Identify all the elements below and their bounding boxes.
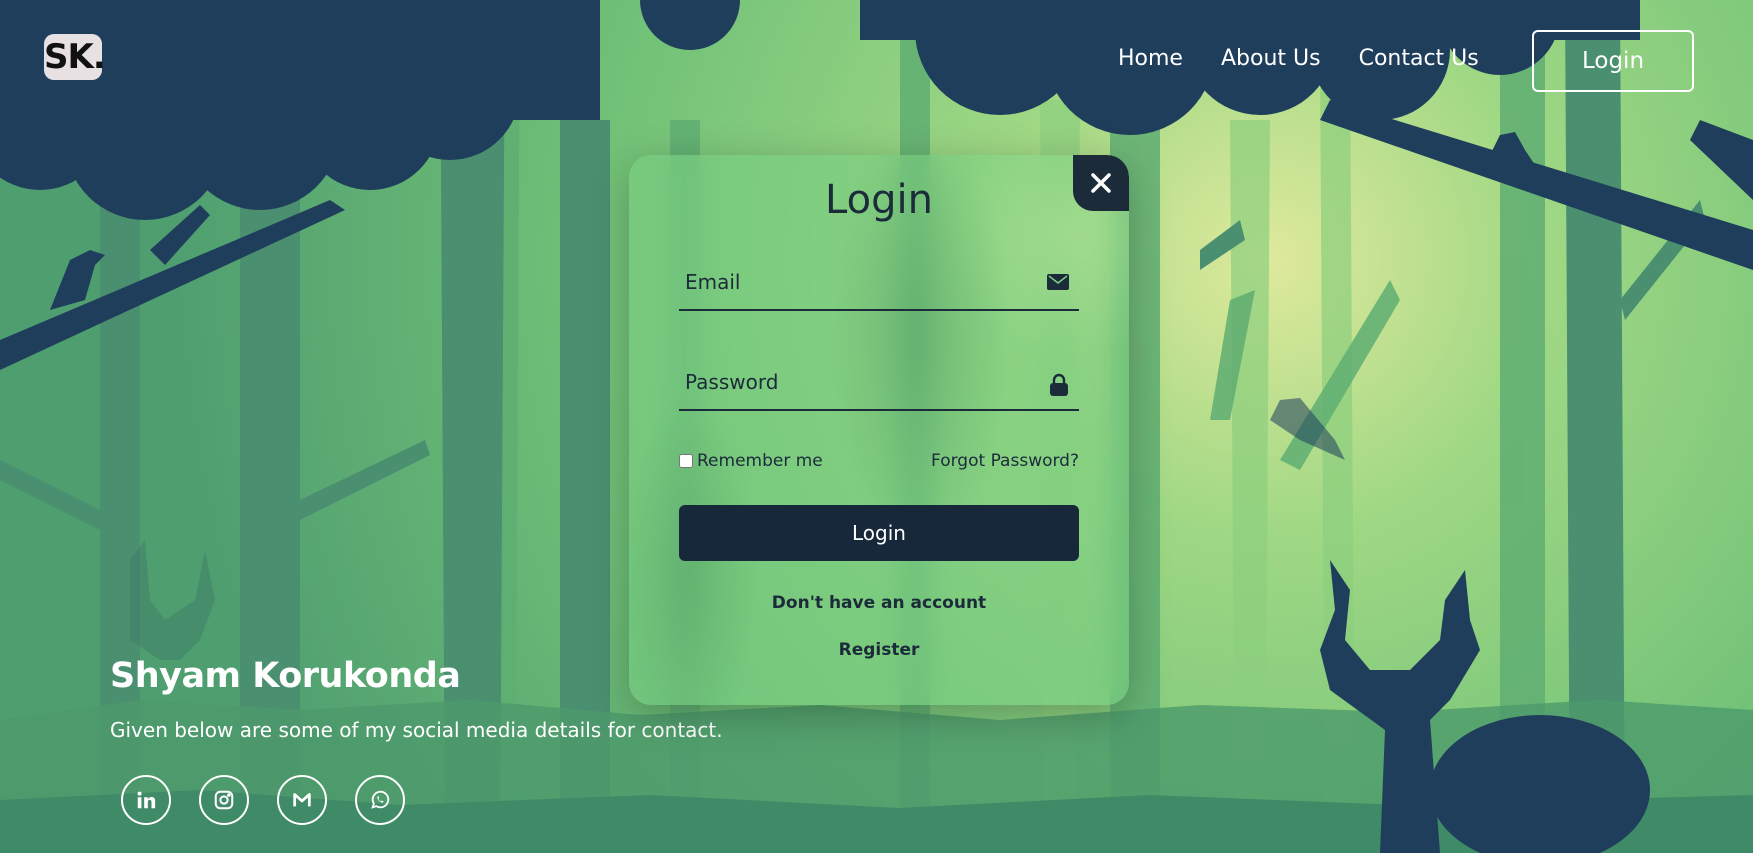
email-input[interactable] — [685, 267, 1025, 297]
modal-title: Login — [825, 177, 933, 223]
nav-about-link[interactable]: About Us — [1221, 46, 1321, 71]
envelope-icon — [1047, 273, 1069, 295]
password-input[interactable] — [685, 367, 1025, 397]
close-icon — [1091, 173, 1111, 193]
hero-description: Given below are some of my social media … — [110, 718, 723, 742]
header-login-button[interactable]: Login — [1532, 30, 1694, 92]
hero-name: Shyam Korukonda — [110, 656, 461, 696]
remember-me-label: Remember me — [697, 451, 823, 471]
linkedin-icon[interactable] — [121, 775, 171, 825]
remember-me-checkbox[interactable] — [679, 454, 693, 468]
remember-row: Remember me Forgot Password? — [679, 451, 1079, 471]
login-submit-button[interactable]: Login — [679, 505, 1079, 561]
password-field-wrapper — [679, 355, 1079, 411]
login-modal: Login Remember me Forgot Password? Login… — [629, 155, 1129, 705]
nav-contact-link[interactable]: Contact Us — [1359, 46, 1479, 71]
site-logo[interactable]: SK. — [44, 34, 106, 80]
remember-me-checkbox-label[interactable]: Remember me — [679, 451, 823, 471]
lock-icon — [1049, 373, 1069, 401]
instagram-icon[interactable] — [199, 775, 249, 825]
nav-home-link[interactable]: Home — [1118, 46, 1183, 71]
close-button[interactable] — [1073, 155, 1129, 211]
forgot-password-link[interactable]: Forgot Password? — [931, 451, 1079, 471]
social-links — [121, 775, 405, 825]
no-account-text: Don't have an account — [771, 593, 987, 613]
gmail-icon[interactable] — [277, 775, 327, 825]
register-link[interactable]: Register — [629, 640, 1129, 660]
main-nav: Home About Us Contact Us — [1118, 46, 1479, 71]
email-field-wrapper — [679, 255, 1079, 311]
whatsapp-icon[interactable] — [355, 775, 405, 825]
